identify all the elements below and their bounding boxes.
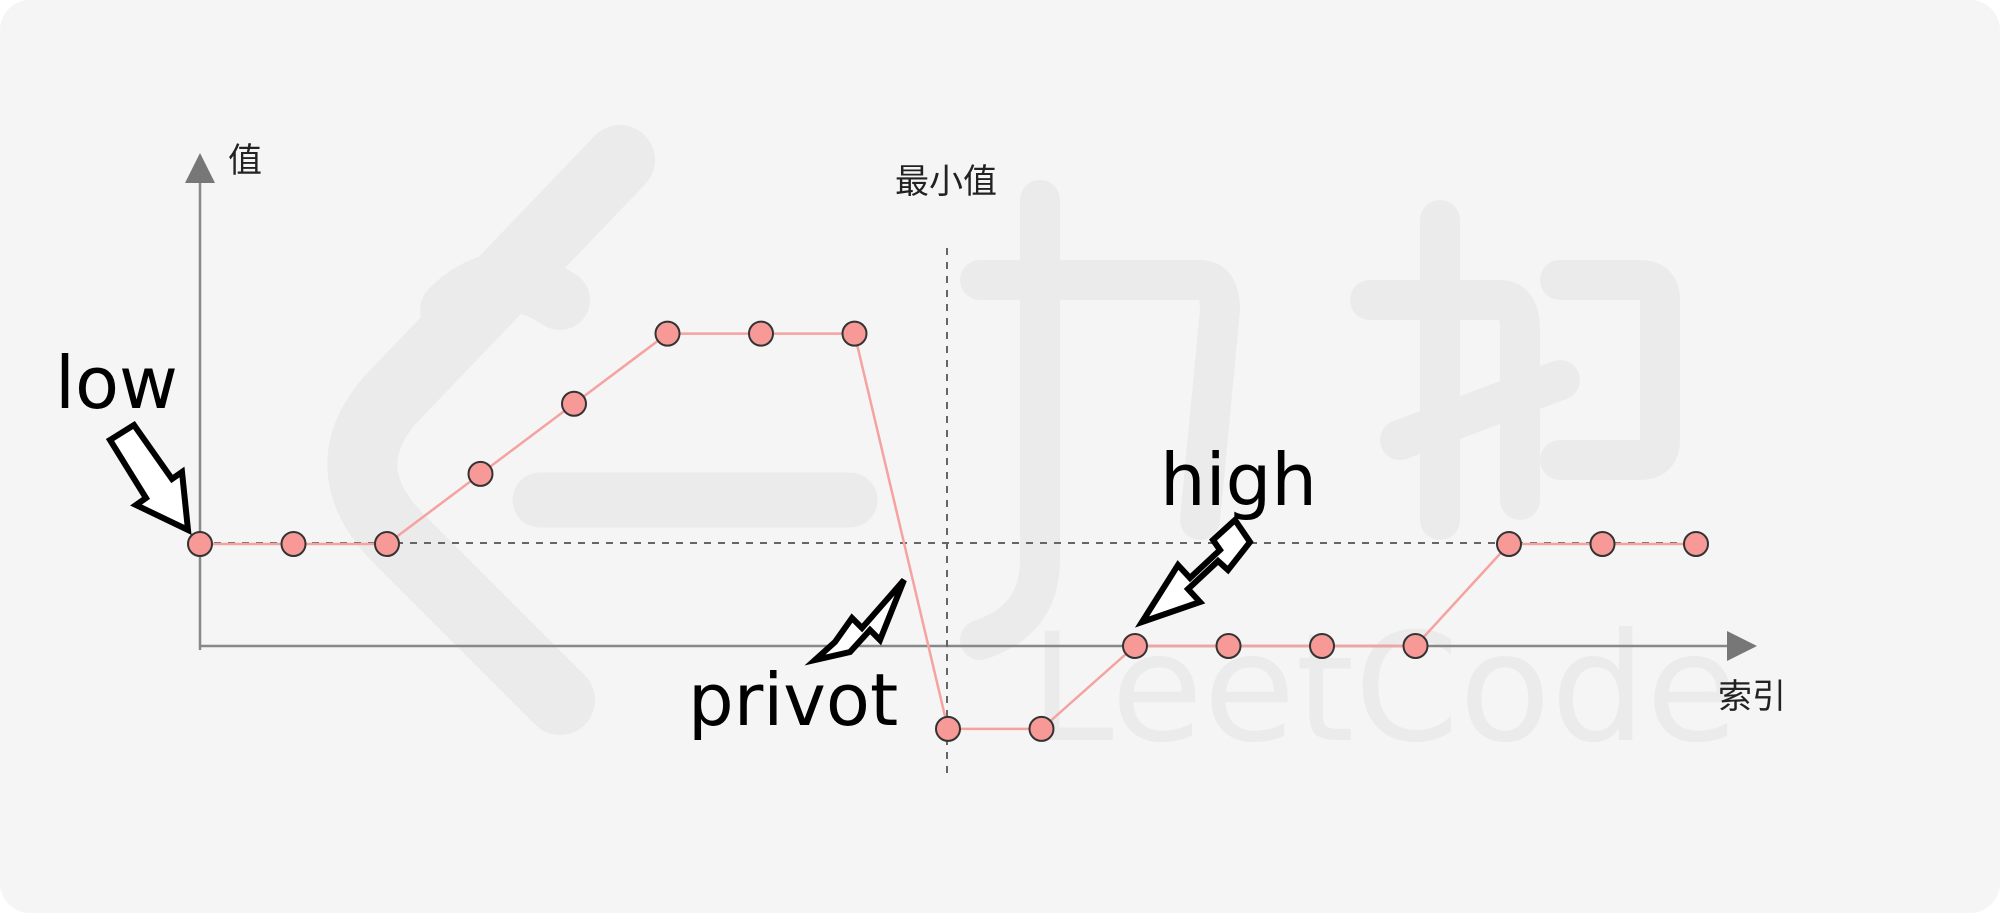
data-point [748,320,774,347]
data-point [841,320,868,347]
panel-background [0,0,2000,913]
leetcode-watermark-text: LeetCode [1030,602,1738,776]
data-point [1122,633,1148,659]
high-label: high [1160,438,1317,522]
data-point [280,531,307,557]
data-point [935,715,961,742]
data-point [1683,531,1709,557]
data-point [1402,633,1429,659]
y-axis-label: 值 [228,141,262,181]
data-point [1215,633,1242,659]
data-point [1309,633,1335,659]
low-label: low [55,341,178,425]
diagram-canvas: LeetCode 值 索引 最小值 low high privot [0,0,2000,913]
binary-search-rotated-array-diagram: LeetCode 值 索引 最小值 low high privot [0,0,2000,913]
data-point [1028,715,1055,742]
x-axis-label: 索引 [1718,677,1786,717]
data-point [561,390,587,417]
data-point [1496,531,1522,557]
pivot-label: privot [688,658,898,742]
data-point [1589,531,1616,557]
svg-text:LeetCode: LeetCode [1030,602,1738,776]
data-point [467,460,494,487]
min-value-label: 最小值 [895,162,997,202]
data-point [187,531,213,557]
data-point [654,320,681,347]
data-point [374,531,400,557]
